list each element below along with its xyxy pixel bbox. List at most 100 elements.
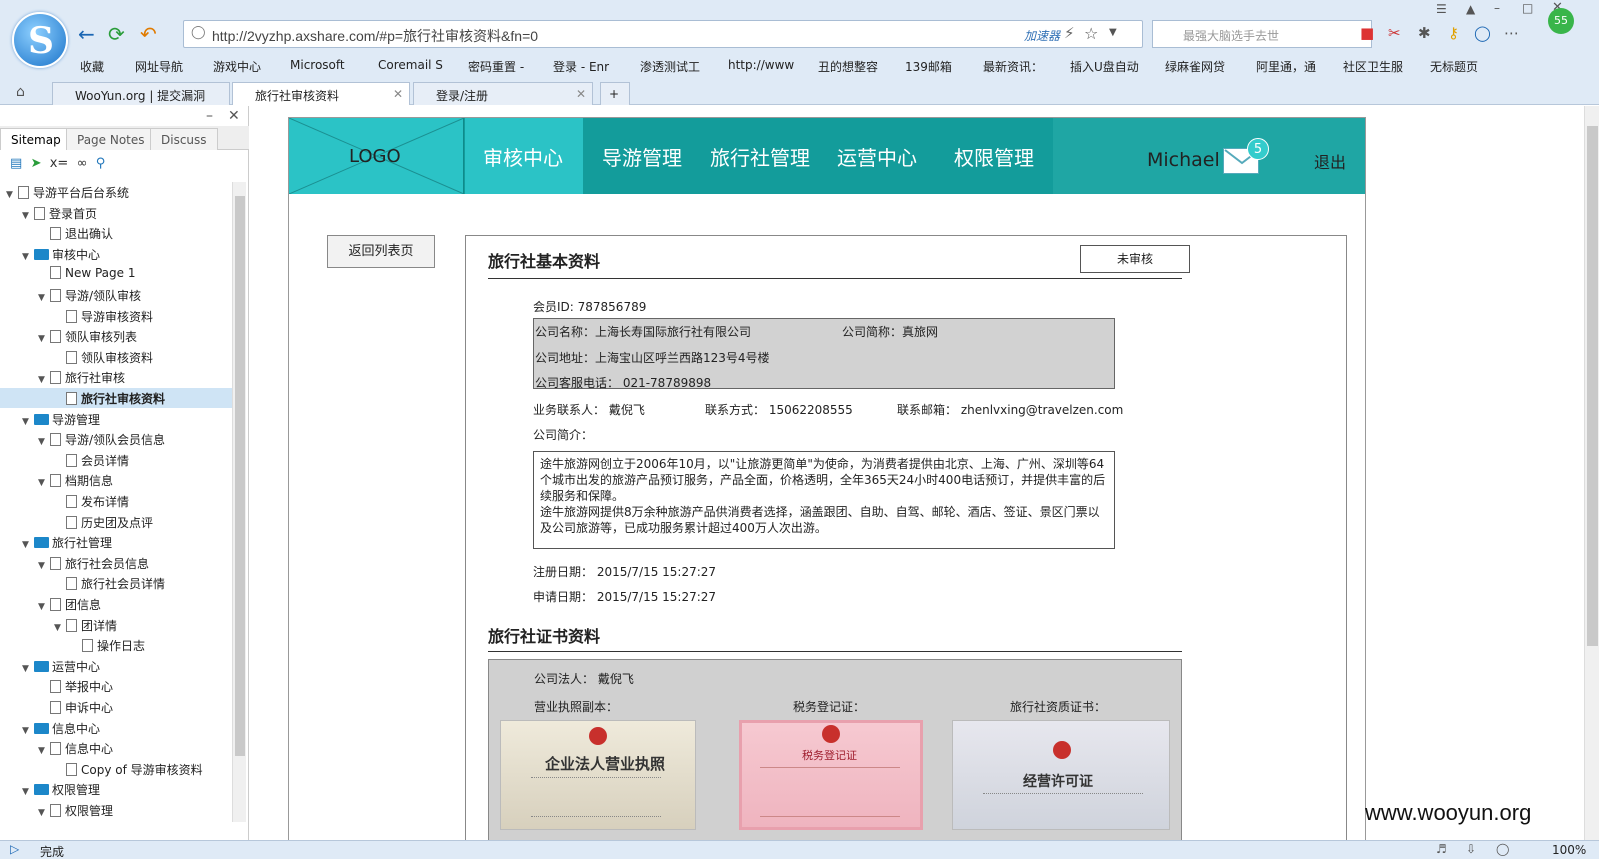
bookmark-item[interactable]: 网址导航 [135, 58, 183, 75]
sitemap-node[interactable]: ▼ 信息中心 [0, 718, 232, 738]
close-tab-icon[interactable]: ✕ [393, 87, 403, 101]
nav-agency-management[interactable]: 旅行社管理 [710, 142, 810, 171]
download-icon[interactable]: ⇩ [1466, 842, 1476, 856]
logout-link[interactable]: 退出 [1314, 149, 1346, 173]
tax-certificate-image[interactable]: 税务登记证 [739, 720, 923, 830]
sitemap-node[interactable]: 历史团及点评 [0, 512, 232, 532]
sitemap-node[interactable]: 发布详情 [0, 491, 232, 511]
bookmark-item[interactable]: 无标题页 [1430, 58, 1478, 75]
review-status-button[interactable]: 未审核 [1080, 245, 1190, 273]
close-tab-icon[interactable]: ✕ [576, 87, 586, 101]
paint-icon[interactable]: ■ [1360, 24, 1374, 42]
key-icon[interactable]: ⚷ [1448, 24, 1459, 42]
refresh-icon[interactable]: ⟳ [108, 22, 125, 46]
bookmark-item[interactable]: 渗透测试工 [640, 58, 700, 75]
sitemap-node[interactable]: ▼ 导游/领队会员信息 [0, 429, 232, 449]
bookmark-item[interactable]: 阿里通，通 [1256, 58, 1316, 75]
sitemap-node[interactable]: ▼ 旅行社审核 [0, 367, 232, 387]
main-scrollbar[interactable] [1584, 106, 1599, 840]
business-license-image[interactable]: 企业法人营业执照 [500, 720, 696, 830]
sitemap-node[interactable]: 会员详情 [0, 450, 232, 470]
expand-arrow-icon[interactable]: ▼ [38, 746, 50, 756]
sitemap-node[interactable]: 退出确认 [0, 223, 232, 243]
tools-icon[interactable]: ✱ [1418, 24, 1431, 42]
sitemap-node[interactable]: 旅行社审核资料 [0, 388, 232, 408]
shield-button-icon[interactable]: ◯ [1474, 24, 1491, 42]
bookmark-item[interactable]: 游戏中心 [213, 58, 261, 75]
chevron-down-icon[interactable]: ▼ [1109, 27, 1117, 38]
lightning-icon[interactable]: ⚡ [1064, 24, 1075, 42]
badge-counter[interactable]: 55 [1548, 8, 1574, 34]
zoom-level[interactable]: 100% [1552, 843, 1586, 857]
bookmark-item[interactable]: 密码重置 - [468, 58, 524, 75]
expand-arrow-icon[interactable]: ▼ [38, 437, 50, 447]
tab-page-notes[interactable]: Page Notes [66, 128, 156, 150]
variable-icon[interactable]: x= [50, 156, 69, 171]
expand-arrow-icon[interactable]: ▼ [22, 252, 34, 262]
expand-arrow-icon[interactable]: ▼ [38, 808, 50, 818]
scrollbar-thumb[interactable] [1587, 126, 1598, 646]
sitemap-node[interactable]: ▼ 领队审核列表 [0, 326, 232, 346]
expand-arrow-icon[interactable]: ▼ [54, 623, 66, 633]
expand-arrow-icon[interactable]: ▼ [22, 540, 34, 550]
bookmark-item[interactable]: 社区卫生服 [1343, 58, 1403, 75]
expand-arrow-icon[interactable]: ▼ [6, 190, 18, 200]
bookmark-item[interactable]: 绿麻雀网贷 [1165, 58, 1225, 75]
bookmark-item[interactable]: 登录 - Enr [553, 58, 609, 75]
shield-status-icon[interactable]: ◯ [1496, 842, 1509, 856]
expand-arrow-icon[interactable]: ▼ [38, 293, 50, 303]
back-to-list-button[interactable]: 返回列表页 [327, 235, 435, 268]
sitemap-node[interactable]: 申诉中心 [0, 697, 232, 717]
expand-arrow-icon[interactable]: ▼ [38, 478, 50, 488]
scrollbar-thumb[interactable] [235, 196, 245, 756]
bookmark-item[interactable]: Coremail S [378, 58, 443, 72]
agency-license-image[interactable]: 经营许可证 [952, 720, 1170, 830]
sitemap-node[interactable]: ▼ 信息中心 [0, 738, 232, 758]
sitemap-node[interactable]: ▼ 登录首页 [0, 203, 232, 223]
bookmark-item[interactable]: 139邮箱 [905, 58, 952, 75]
bookmark-item[interactable]: http://www [728, 58, 794, 72]
nav-guide-management[interactable]: 导游管理 [602, 142, 682, 171]
tab-discuss[interactable]: Discuss [150, 128, 218, 150]
sitemap-node[interactable]: ▼ 团详情 [0, 615, 232, 635]
sitemap-node[interactable]: 举报中心 [0, 676, 232, 696]
expand-arrow-icon[interactable]: ▼ [22, 417, 34, 427]
bookmark-item[interactable]: 插入U盘自动 [1070, 58, 1139, 75]
menu-icon[interactable]: ☰ [1436, 2, 1447, 16]
tab-sitemap[interactable]: Sitemap [0, 128, 72, 150]
new-tab-button[interactable]: + [600, 82, 630, 105]
tab-wooyun[interactable]: WooYun.org | 提交漏洞 [52, 82, 230, 105]
shirt-icon[interactable]: ▲ [1466, 2, 1475, 16]
sitemap-node[interactable]: 领队审核资料 [0, 347, 232, 367]
sitemap-node[interactable]: ▼ 导游管理 [0, 409, 232, 429]
expand-arrow-icon[interactable]: ▼ [22, 211, 34, 221]
expand-arrow-icon[interactable]: ▼ [38, 375, 50, 385]
scissors-icon[interactable]: ✂ [1388, 24, 1401, 42]
search-input[interactable]: 最强大脑选手去世 [1152, 20, 1372, 48]
tab-review[interactable]: 旅行社审核资料 ✕ [232, 82, 410, 105]
speaker-icon[interactable]: ♬ [1436, 842, 1447, 856]
accelerator-label[interactable]: 加速器 [1024, 27, 1060, 44]
sitemap-node[interactable]: ▼ 旅行社管理 [0, 532, 232, 552]
link-icon[interactable]: ∞ [77, 156, 88, 171]
map-icon[interactable]: ▤ [10, 156, 22, 171]
close-panel-icon[interactable]: ✕ [228, 108, 240, 124]
more-icon[interactable]: ⋯ [1504, 24, 1519, 42]
bookmark-item[interactable]: 丑的想整容 [818, 58, 878, 75]
sitemap-node[interactable]: ▼ 旅行社会员信息 [0, 553, 232, 573]
sitemap-node[interactable]: ▼ 运营中心 [0, 656, 232, 676]
maximize-icon[interactable]: □ [1522, 1, 1533, 15]
sidebar-toggle-icon[interactable]: ▷ [10, 842, 19, 856]
back-arrow-icon[interactable]: ← [78, 22, 95, 46]
sitemap-node[interactable]: ▼ 导游/领队审核 [0, 285, 232, 305]
sitemap-node[interactable]: ▼ 导游平台后台系统 [0, 182, 232, 202]
sitemap-node[interactable]: ▼ 审核中心 [0, 244, 232, 264]
tab-login[interactable]: 登录/注册 ✕ [413, 82, 593, 105]
expand-arrow-icon[interactable]: ▼ [22, 726, 34, 736]
sitemap-node[interactable]: ▼ 权限管理 [0, 800, 232, 820]
sitemap-node[interactable]: ▼ 团信息 [0, 594, 232, 614]
cursor-icon[interactable]: ➤ [31, 156, 42, 171]
sitemap-node[interactable]: Copy of 导游审核资料 [0, 759, 232, 779]
expand-arrow-icon[interactable]: ▼ [22, 787, 34, 797]
minimize-icon[interactable]: – [1494, 1, 1500, 15]
